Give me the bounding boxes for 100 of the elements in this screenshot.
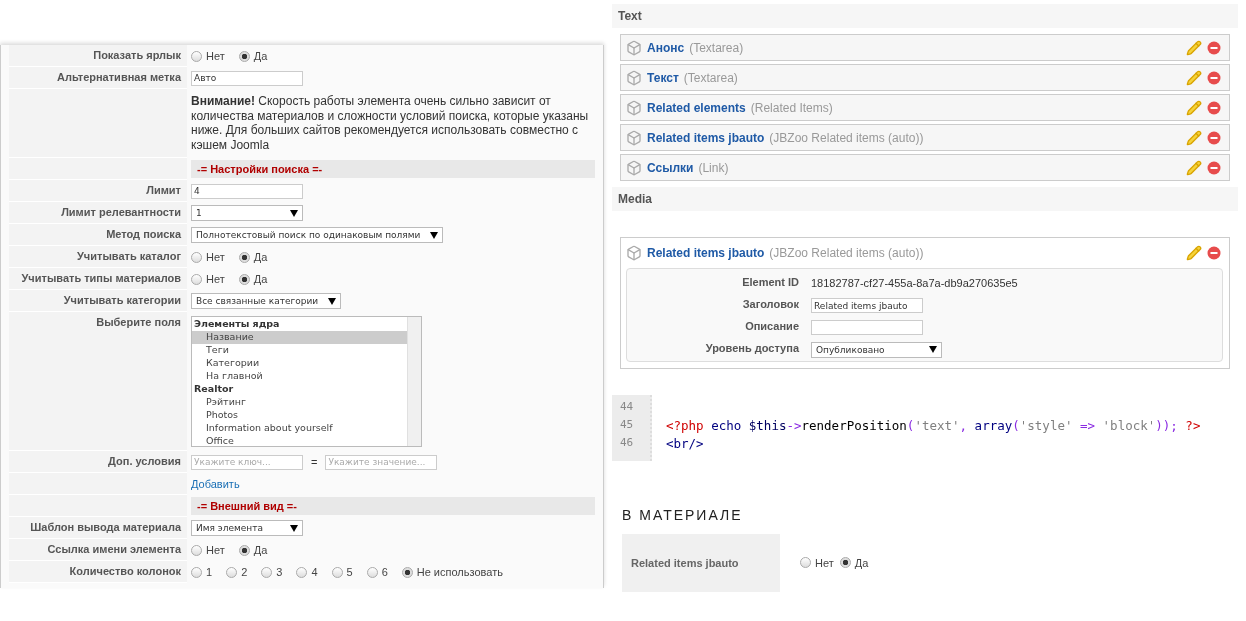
radio-option[interactable]: 6 xyxy=(366,566,388,578)
pencil-icon[interactable] xyxy=(1186,129,1202,146)
cube-icon xyxy=(626,69,642,86)
element-type: (Related Items) xyxy=(750,100,834,115)
list-option[interactable]: Photos xyxy=(192,409,407,422)
radio-option[interactable]: 2 xyxy=(226,566,248,578)
remove-icon[interactable] xyxy=(1207,100,1221,115)
pencil-icon[interactable] xyxy=(1186,99,1202,116)
text-field[interactable]: 4 xyxy=(191,183,303,199)
radio-option[interactable]: Не использовать xyxy=(401,566,503,578)
element-row[interactable]: Текст (Textarea) xyxy=(620,64,1230,91)
field-label: Шаблон вывода материала xyxy=(30,521,181,533)
pencil-icon[interactable] xyxy=(1186,69,1202,86)
element-row[interactable]: Ссылки (Link) xyxy=(620,154,1230,181)
field-label: Альтернативная метка xyxy=(57,71,181,83)
radio-option[interactable]: 4 xyxy=(296,566,318,578)
radio-button[interactable] xyxy=(238,50,250,62)
radio-option[interactable]: Нет xyxy=(191,544,225,556)
radio-button[interactable] xyxy=(261,566,273,578)
field-label: Описание xyxy=(744,320,799,332)
element-type: (Textarea) xyxy=(689,40,745,55)
radio-button[interactable] xyxy=(238,273,250,285)
dropdown[interactable]: Имя элемента xyxy=(191,520,303,536)
radio-option[interactable]: 5 xyxy=(331,566,353,578)
list-option[interactable]: Information about yourself xyxy=(192,422,407,435)
field-label: Выберите поля xyxy=(96,316,181,328)
element-row[interactable]: Анонс (Textarea) xyxy=(620,34,1230,61)
radio-option[interactable]: Да xyxy=(238,50,268,62)
text-field[interactable]: Авто xyxy=(191,70,303,86)
pencil-icon[interactable] xyxy=(1186,245,1202,261)
radio-button[interactable] xyxy=(800,557,811,568)
dropdown[interactable]: Опубликовано xyxy=(811,341,942,358)
group-label: Элементы ядра xyxy=(193,318,281,331)
cube-icon xyxy=(626,99,642,116)
radio-button[interactable] xyxy=(238,251,250,263)
radio-option[interactable]: Нет xyxy=(191,273,225,285)
add-link[interactable]: Добавить xyxy=(191,478,240,490)
radio-option[interactable]: Нет xyxy=(191,251,225,263)
pencil-icon[interactable] xyxy=(1186,159,1202,176)
text-field[interactable]: Related items jbauto xyxy=(811,298,923,314)
element-row[interactable]: Related items jbauto (JBZoo Related items (auto)) xyxy=(620,124,1230,151)
radio-button[interactable] xyxy=(191,251,202,263)
section-header: -= Внешний вид =- xyxy=(191,497,595,515)
field-label: Метод поиска xyxy=(106,228,181,240)
radio-button[interactable] xyxy=(191,544,202,556)
list-option[interactable]: На главной xyxy=(192,370,407,383)
section-header: -= Настройки поиска =- xyxy=(191,160,595,178)
scrollbar[interactable] xyxy=(407,317,421,446)
remove-icon[interactable] xyxy=(1207,160,1221,175)
group-label: Realtor xyxy=(193,383,235,396)
radio-option[interactable]: Да xyxy=(238,273,268,285)
list-option[interactable]: Название xyxy=(192,331,407,344)
caret-icon xyxy=(290,209,298,217)
list-option[interactable]: Office xyxy=(192,435,407,446)
radio-option[interactable]: Да xyxy=(238,544,268,556)
value-field[interactable]: Укажите значение... xyxy=(325,454,438,470)
warning-text: Внимание! Скорость работы элемента очень сильно зависит от количества материалов и сложности условий поиска, которые указаны ниже. Для больших сайтов рекомендуется использовать совместно с кэшем Joomla xyxy=(191,93,590,154)
text-field[interactable] xyxy=(811,320,923,336)
dropdown[interactable]: 1 xyxy=(191,205,303,221)
radio-button[interactable] xyxy=(191,566,202,578)
radio-option[interactable]: 3 xyxy=(261,566,283,578)
radio-option[interactable]: Нет xyxy=(800,556,834,569)
radio-button[interactable] xyxy=(191,50,202,62)
cube-icon xyxy=(626,159,642,176)
remove-icon[interactable] xyxy=(1207,40,1221,55)
field-label: Показать ярлык xyxy=(93,49,181,61)
radio-button[interactable] xyxy=(331,566,343,578)
key-field[interactable]: Укажите ключ... xyxy=(191,454,303,470)
radio-option[interactable]: Да xyxy=(839,556,869,569)
radio-button[interactable] xyxy=(401,566,413,578)
pencil-icon[interactable] xyxy=(1186,39,1202,56)
field-label: Учитывать каталог xyxy=(77,250,181,262)
code-line: <?php echo $this->renderPosition('text', array('style' => 'block')); ?> xyxy=(666,418,1201,435)
radio-option[interactable]: 1 xyxy=(191,566,213,578)
remove-icon[interactable] xyxy=(1207,246,1221,260)
radio-option[interactable]: Да xyxy=(238,251,268,263)
radio-button[interactable] xyxy=(839,557,851,568)
list-box[interactable]: Элементы ядра Название Теги Категории На главной Realtor Рэйтинг Photos Information about yourself Office xyxy=(191,316,422,447)
element-row[interactable]: Related elements (Related Items) xyxy=(620,94,1230,121)
field-label: Заголовок xyxy=(741,298,799,310)
element-type: (JBZoo Related items (auto)) xyxy=(769,130,925,145)
list-option[interactable]: Рэйтинг xyxy=(192,396,407,409)
group-header: Media xyxy=(612,187,1238,211)
line-number: 45 xyxy=(619,418,635,433)
caret-icon xyxy=(430,231,439,239)
list-option[interactable]: Теги xyxy=(192,344,407,357)
dropdown[interactable]: Все связанные категории xyxy=(191,293,342,309)
dropdown[interactable]: Полнотекстовый поиск по одинаковым полями xyxy=(191,227,444,243)
remove-icon[interactable] xyxy=(1207,70,1221,85)
radio-button[interactable] xyxy=(191,273,202,285)
field-label: Учитывать типы материалов xyxy=(21,272,181,284)
list-option[interactable]: Категории xyxy=(192,357,407,370)
cube-icon xyxy=(626,245,642,261)
element-name: Related elements xyxy=(647,100,746,115)
radio-button[interactable] xyxy=(296,566,308,578)
radio-option[interactable]: Нет xyxy=(191,50,225,62)
radio-button[interactable] xyxy=(226,566,238,578)
radio-button[interactable] xyxy=(238,544,250,556)
radio-button[interactable] xyxy=(366,566,378,578)
remove-icon[interactable] xyxy=(1207,130,1221,145)
